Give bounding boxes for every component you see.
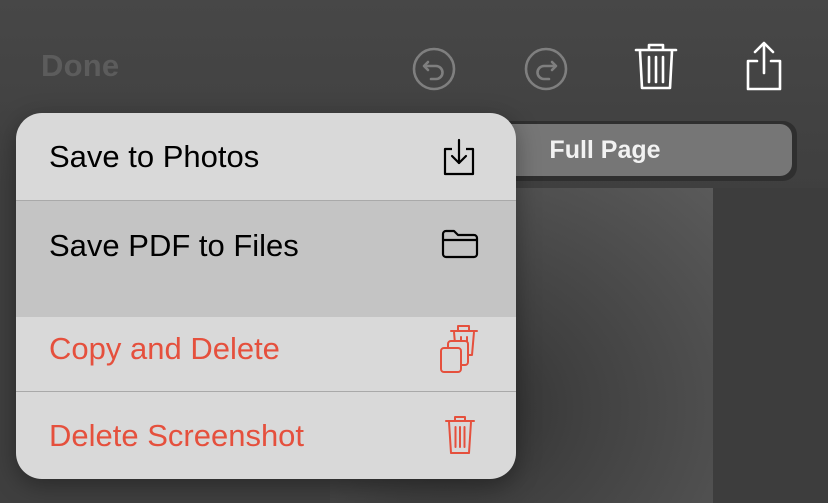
folder-icon bbox=[441, 229, 479, 259]
copy-and-delete-icon bbox=[440, 325, 478, 373]
menu-item-delete-screenshot[interactable]: Delete Screenshot bbox=[16, 392, 516, 479]
share-icon[interactable] bbox=[742, 40, 786, 92]
menu-item-save-to-photos[interactable]: Save to Photos bbox=[16, 113, 516, 200]
canvas-side-area bbox=[713, 188, 828, 503]
menu-item-label: Save PDF to Files bbox=[49, 228, 299, 263]
undo-icon[interactable] bbox=[411, 46, 457, 92]
menu-item-label: Delete Screenshot bbox=[49, 418, 305, 453]
save-options-menu: Save to Photos Save PDF to Files Copy an… bbox=[16, 113, 516, 479]
menu-item-copy-and-delete[interactable]: Copy and Delete bbox=[16, 317, 516, 391]
trash-icon[interactable] bbox=[633, 41, 679, 93]
save-to-photos-icon bbox=[443, 138, 475, 176]
menu-item-save-pdf-to-files[interactable]: Save PDF to Files bbox=[16, 201, 516, 303]
trash-icon bbox=[445, 416, 475, 454]
menu-item-label: Save to Photos bbox=[49, 139, 260, 174]
menu-group-divider bbox=[16, 303, 516, 317]
menu-item-label: Copy and Delete bbox=[49, 331, 280, 366]
redo-icon[interactable] bbox=[523, 46, 569, 92]
done-button[interactable]: Done bbox=[41, 48, 119, 84]
